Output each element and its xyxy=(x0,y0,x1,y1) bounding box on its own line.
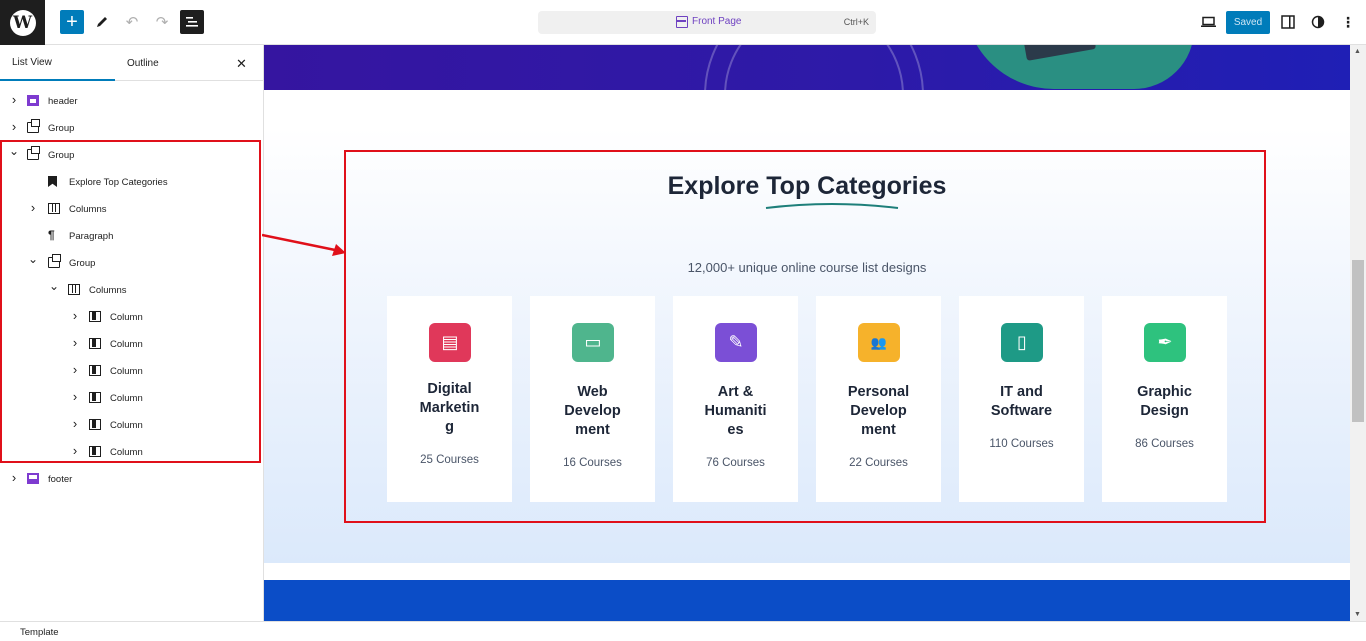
options-button[interactable]: ⋮ xyxy=(1337,11,1359,33)
editor-canvas[interactable]: Explore Top Categories 12,000+ unique on… xyxy=(264,45,1350,621)
tree-item-footer[interactable]: › footer xyxy=(0,466,263,493)
next-section xyxy=(264,580,1350,621)
sidebar-tabs: List View Outline ✕ xyxy=(0,45,263,81)
scroll-thumb[interactable] xyxy=(1352,260,1364,422)
undo-button[interactable]: ↶ xyxy=(120,10,144,34)
hero-banner xyxy=(264,45,1350,90)
group-icon xyxy=(27,119,40,133)
scroll-down-icon[interactable]: ▼ xyxy=(1354,611,1361,618)
more-vertical-icon: ⋮ xyxy=(1341,13,1355,30)
tree-item-label: Group xyxy=(48,123,75,134)
template-part-icon xyxy=(27,95,39,106)
chevron-right-icon[interactable]: › xyxy=(9,470,19,485)
tree-item-label: footer xyxy=(48,474,73,485)
settings-sidebar-button[interactable] xyxy=(1277,11,1299,33)
scroll-up-icon[interactable]: ▲ xyxy=(1354,48,1361,55)
contrast-icon xyxy=(1311,15,1325,29)
list-view-button[interactable] xyxy=(180,10,204,34)
footer-template-icon xyxy=(27,473,39,484)
list-view-sidebar: List View Outline ✕ › header › Group ⌄ Group E… xyxy=(0,45,264,621)
styles-button[interactable] xyxy=(1307,11,1329,33)
tools-button[interactable] xyxy=(90,10,114,34)
sidebar-toggle-icon xyxy=(1281,15,1295,29)
add-block-button[interactable]: + xyxy=(60,10,84,34)
tree-item-label: header xyxy=(48,96,78,107)
editor-toolbar: W + ↶ ↷ Front Page Ctrl+K Saved ⋮ xyxy=(0,0,1366,45)
tab-list-view[interactable]: List View xyxy=(0,45,115,81)
chevron-right-icon[interactable]: › xyxy=(9,119,19,134)
pointer-arrow xyxy=(262,233,346,256)
tab-outline[interactable]: Outline xyxy=(127,45,159,81)
section-gap xyxy=(264,563,1350,580)
document-title: Front Page xyxy=(692,16,742,27)
canvas-scrollbar[interactable]: ▲ ▼ xyxy=(1350,45,1366,621)
decorative-arc xyxy=(724,45,904,90)
preview-button[interactable] xyxy=(1197,11,1219,33)
close-icon[interactable]: ✕ xyxy=(236,56,247,72)
breadcrumb[interactable]: Template xyxy=(20,627,59,638)
pencil-tool-icon xyxy=(97,17,107,27)
document-bar[interactable]: Front Page Ctrl+K xyxy=(538,11,876,34)
tree-item-header[interactable]: › header xyxy=(0,88,263,115)
desktop-preview-icon xyxy=(1200,16,1216,27)
redo-button[interactable]: ↷ xyxy=(150,10,174,34)
tree-item-group[interactable]: › Group xyxy=(0,115,263,142)
selection-highlight xyxy=(0,140,261,463)
undo-icon: ↶ xyxy=(125,14,139,31)
wordpress-icon: W xyxy=(9,9,36,36)
selected-block-outline xyxy=(344,150,1266,523)
status-bar: Template xyxy=(0,621,1366,641)
redo-icon: ↷ xyxy=(155,14,169,31)
command-shortcut: Ctrl+K xyxy=(843,17,869,27)
save-button[interactable]: Saved xyxy=(1226,11,1270,34)
list-view-icon xyxy=(186,17,198,27)
chevron-right-icon[interactable]: › xyxy=(9,92,19,107)
wordpress-logo-button[interactable]: W xyxy=(0,0,45,45)
